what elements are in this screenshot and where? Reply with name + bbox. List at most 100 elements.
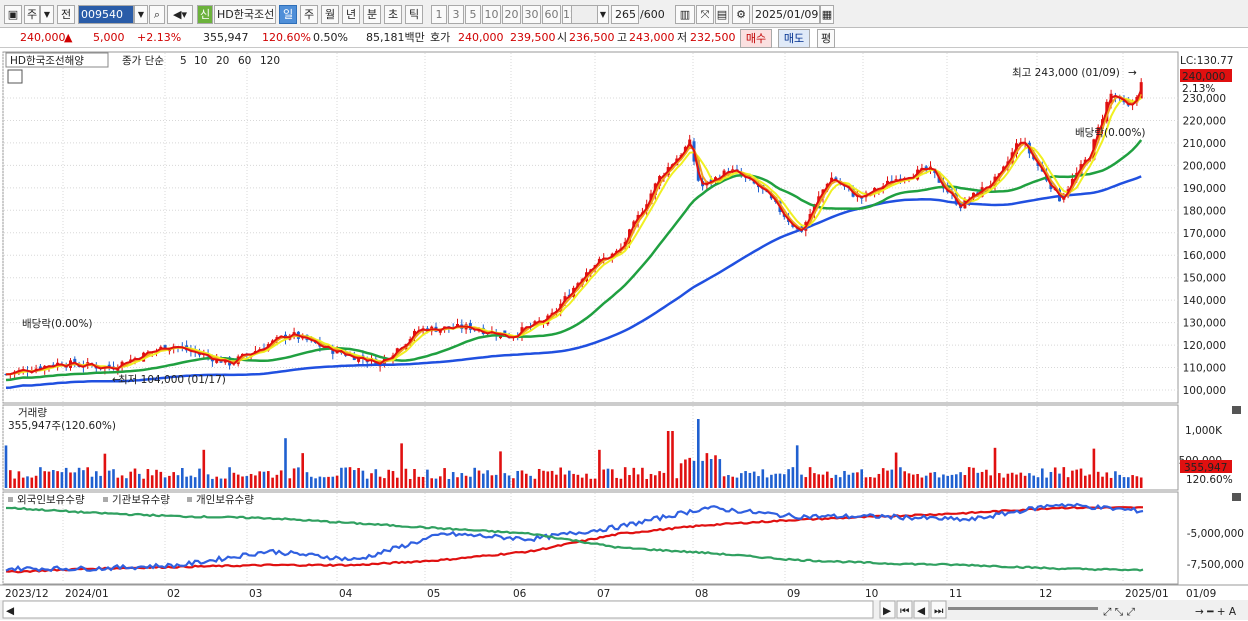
- sound-icon[interactable]: ◀▾: [167, 5, 193, 24]
- price-tick-label: 100,000: [1183, 385, 1226, 397]
- volume-bar: [980, 471, 984, 488]
- volume-bar: [985, 469, 988, 488]
- volume-bar: [1002, 477, 1005, 488]
- blank-dropdown-icon[interactable]: ▼: [597, 5, 609, 24]
- volume-bar: [593, 478, 597, 488]
- volume-bar: [877, 473, 881, 488]
- volume-bar: [404, 468, 408, 488]
- volume-bar: [894, 452, 898, 488]
- market-dropdown-icon[interactable]: ▼: [40, 5, 54, 24]
- volume-bar: [525, 473, 528, 488]
- volume-bar: [955, 474, 958, 488]
- volume-bar: [232, 472, 236, 488]
- period-button[interactable]: 년: [342, 5, 360, 24]
- period-button[interactable]: 분: [363, 5, 381, 24]
- period-button[interactable]: 일: [279, 5, 297, 24]
- quote-change: 5,000: [93, 31, 125, 44]
- save-icon[interactable]: ▤: [715, 5, 729, 24]
- lc-label: LC:130.77: [1180, 55, 1233, 67]
- volume-bar: [705, 453, 709, 488]
- price-tick-label: 110,000: [1183, 363, 1226, 375]
- ask-price: 240,000: [458, 31, 504, 44]
- stock-code-input[interactable]: 009540: [78, 5, 134, 24]
- open-price: 236,500: [569, 31, 615, 44]
- volume-bar: [1006, 473, 1010, 488]
- panel-close-icon[interactable]: [1232, 493, 1241, 501]
- volume-bar: [120, 475, 124, 488]
- gear-icon[interactable]: ⚙: [732, 5, 750, 24]
- volume-bar: [1084, 475, 1087, 488]
- period-button[interactable]: 주: [300, 5, 318, 24]
- grid-icon[interactable]: [7, 69, 23, 84]
- panel-close-icon[interactable]: [1232, 406, 1241, 414]
- code-dropdown-icon[interactable]: ▼: [134, 5, 148, 24]
- volume-bar: [125, 478, 128, 488]
- volume-bar: [671, 431, 674, 488]
- window-icon[interactable]: ▣: [4, 5, 22, 24]
- blank-field[interactable]: [571, 5, 599, 24]
- dividend-label-1: 배당락(0.00%): [22, 318, 93, 330]
- volume-bar: [899, 467, 902, 488]
- calendar-icon[interactable]: ▦: [820, 5, 834, 24]
- minute-button[interactable]: 20: [502, 5, 521, 24]
- chart-type-icon[interactable]: ▥: [675, 5, 695, 24]
- volume-bar: [301, 453, 304, 488]
- stock-chart[interactable]: 230,000220,000210,000200,000190,000180,0…: [0, 49, 1248, 621]
- volume-bar: [623, 467, 627, 488]
- price-tick-label: 120,000: [1183, 340, 1226, 352]
- zoom-slider[interactable]: [948, 607, 1098, 610]
- volume-bar: [1114, 471, 1117, 488]
- scroll-area[interactable]: [2, 600, 874, 619]
- volume-bar: [1066, 477, 1070, 488]
- volume-bar: [305, 472, 309, 488]
- price-tick-label: 220,000: [1183, 115, 1226, 127]
- quote-price: 240,000: [20, 31, 66, 44]
- minute-button[interactable]: 30: [522, 5, 541, 24]
- volume-bar: [709, 459, 713, 488]
- eval-button[interactable]: 평: [817, 29, 835, 48]
- volume-bar: [778, 473, 782, 488]
- volume-bar: [241, 476, 244, 488]
- volume-bar: [443, 468, 446, 488]
- search-icon[interactable]: ⌕: [149, 5, 165, 24]
- volume-bar: [176, 475, 180, 488]
- minute-button[interactable]: 60: [542, 5, 561, 24]
- volume-bar: [748, 472, 752, 488]
- minute-button[interactable]: 10: [482, 5, 501, 24]
- volume-bar: [357, 468, 360, 488]
- buy-button[interactable]: 매수: [740, 29, 772, 48]
- volume-bar: [967, 467, 971, 488]
- minute-button[interactable]: 5: [465, 5, 481, 24]
- date-input[interactable]: 2025/01/09: [752, 5, 820, 24]
- legend-label: 10: [194, 55, 207, 67]
- volume-bar: [279, 470, 283, 488]
- compare-icon[interactable]: ⤧: [696, 5, 714, 24]
- minute-button[interactable]: 3: [448, 5, 464, 24]
- volume-bar: [103, 453, 107, 488]
- volume-value: 355,947주(120.60%): [8, 420, 116, 432]
- price-panel[interactable]: [2, 51, 1179, 404]
- market-select[interactable]: 주: [24, 5, 40, 24]
- volume-bar: [482, 473, 485, 488]
- volume-bar: [64, 467, 68, 488]
- sell-button[interactable]: 매도: [778, 29, 810, 48]
- volume-bar: [688, 457, 691, 488]
- volume-bar: [946, 475, 949, 488]
- period-button[interactable]: 틱: [405, 5, 423, 24]
- period-button[interactable]: 월: [321, 5, 339, 24]
- stock-name-field[interactable]: HD한국조선: [214, 5, 276, 24]
- volume-bar: [658, 471, 661, 488]
- period-button[interactable]: 초: [384, 5, 402, 24]
- quote-turnover: 0.50%: [313, 31, 348, 44]
- volume-bar: [353, 470, 356, 488]
- volume-bar: [215, 476, 218, 488]
- minute-button[interactable]: 1: [431, 5, 447, 24]
- type-button[interactable]: 전: [57, 5, 75, 24]
- volume-bar: [684, 459, 687, 488]
- quote-amount: 85,181백만: [366, 31, 425, 44]
- count-input[interactable]: 265: [611, 5, 639, 24]
- volume-bar: [834, 474, 838, 488]
- volume-bar: [112, 469, 115, 488]
- volume-bar: [421, 476, 425, 488]
- volume-bar: [774, 473, 777, 488]
